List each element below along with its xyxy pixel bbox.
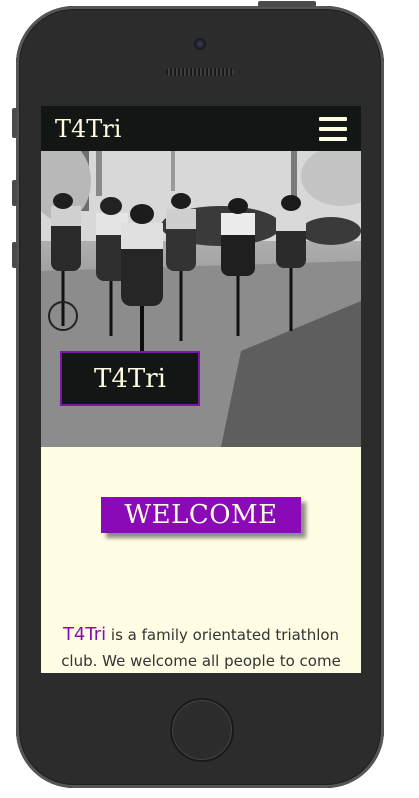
phone-screen: T4Tri T4Tri WELCOME T4Tri is a family or… xyxy=(41,106,361,673)
club-name-highlight: T4Tri xyxy=(62,624,107,645)
brand-logo[interactable]: T4Tri xyxy=(55,115,121,143)
intro-paragraph: T4Tri is a family orientated triathlon c… xyxy=(41,622,361,673)
hamburger-icon[interactable] xyxy=(319,116,347,141)
volume-down-button xyxy=(12,242,17,268)
power-button xyxy=(258,1,316,7)
welcome-section: WELCOME xyxy=(41,447,361,607)
navbar: T4Tri xyxy=(41,106,361,151)
earpiece-speaker xyxy=(166,68,234,76)
volume-up-button xyxy=(12,180,17,206)
home-button[interactable] xyxy=(170,698,234,762)
welcome-heading: WELCOME xyxy=(101,497,301,533)
hero-title-badge: T4Tri xyxy=(60,351,200,406)
hero-image: T4Tri xyxy=(41,151,361,447)
front-camera xyxy=(194,38,206,50)
mute-switch xyxy=(12,108,17,138)
